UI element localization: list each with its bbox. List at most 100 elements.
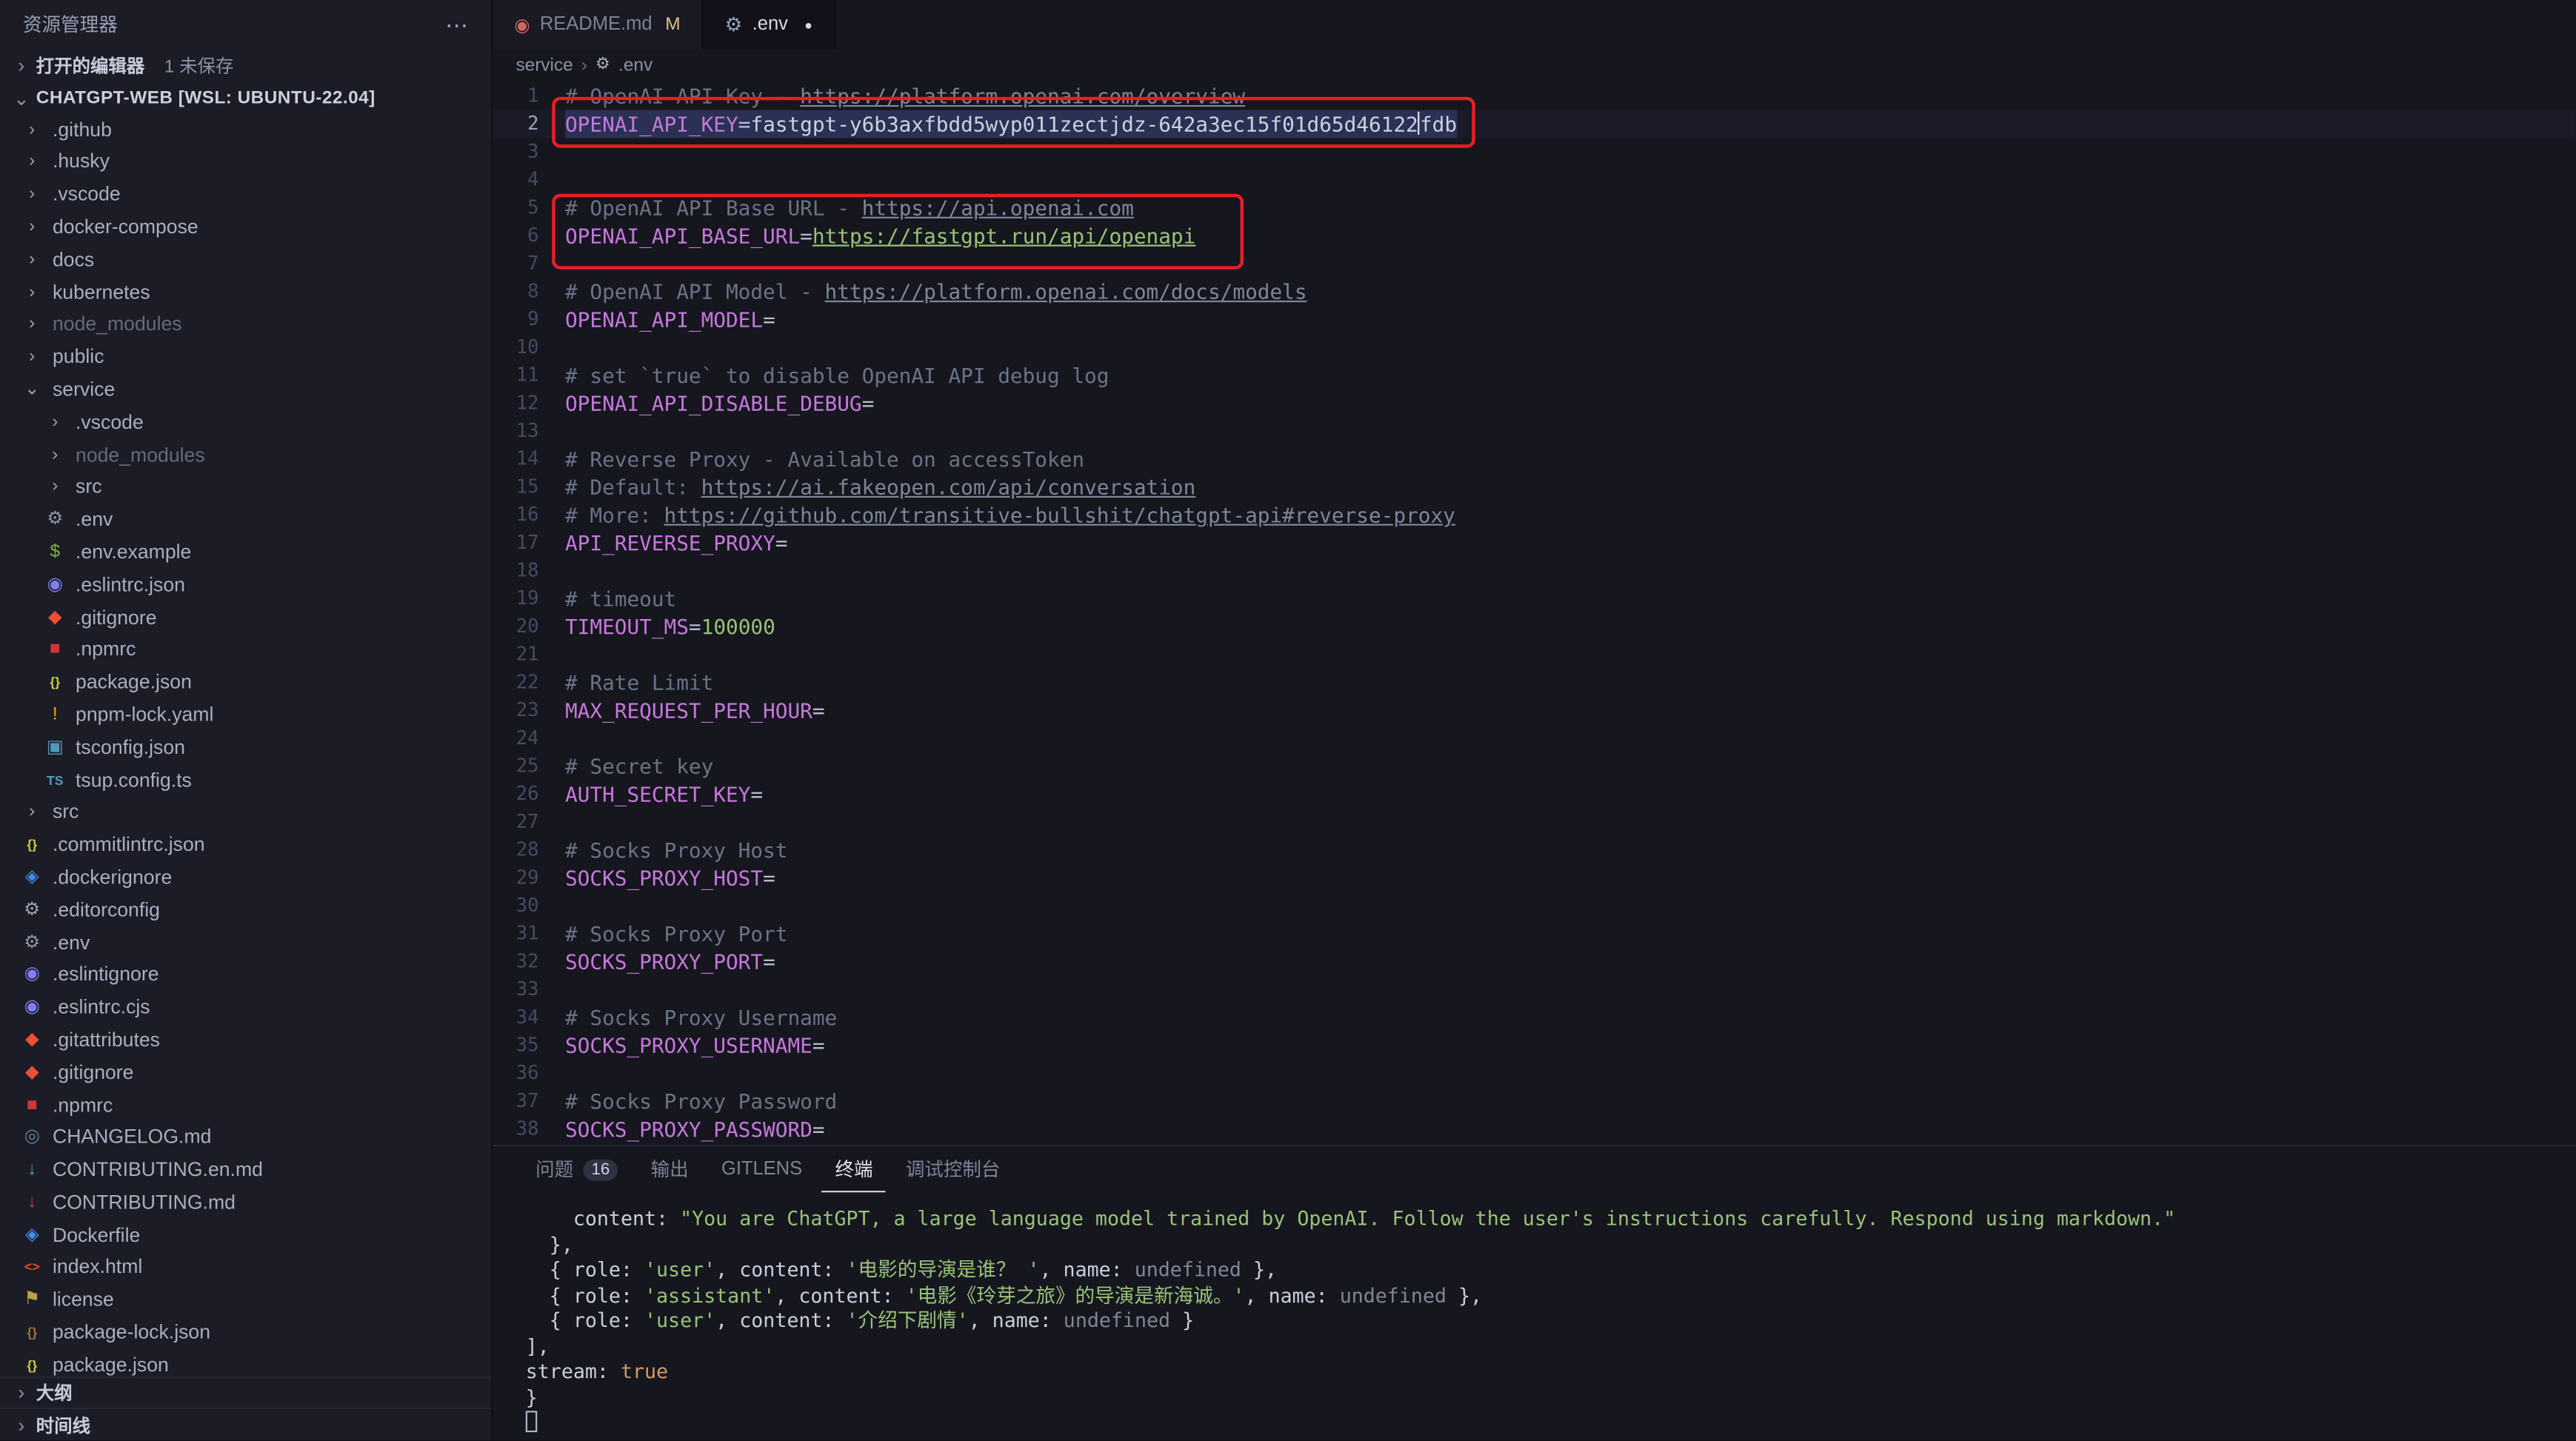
folder-item-.vscode[interactable]: ›.vscode <box>0 407 491 440</box>
code-editor[interactable]: 1# OpenAI API Key - https://platform.ope… <box>493 81 2575 1145</box>
breadcrumb: service › ⚙ .env <box>493 50 2575 81</box>
code-line-6[interactable]: 6OPENAI_API_BASE_URL=https://fastgpt.run… <box>493 221 2575 250</box>
folder-item-node_modules[interactable]: ›node_modules <box>0 439 491 472</box>
folder-item-kubernetes[interactable]: ›kubernetes <box>0 277 491 310</box>
code-line-3[interactable]: 3 <box>493 138 2575 166</box>
code-line-text: TIMEOUT_MS=100000 <box>565 612 775 641</box>
file-item-.gitattributes[interactable]: ◆.gitattributes <box>0 1025 491 1057</box>
panel-tab-gitlens[interactable]: GITLENS <box>708 1146 815 1192</box>
file-item-CONTRIBUTING.en.md[interactable]: ↓CONTRIBUTING.en.md <box>0 1154 491 1187</box>
open-editors-section[interactable]: › 打开的编辑器 1 未保存 <box>0 50 491 82</box>
file-item-.npmrc[interactable]: ■.npmrc <box>0 1090 491 1123</box>
code-line-18[interactable]: 18 <box>493 557 2575 585</box>
code-line-33[interactable]: 33 <box>493 975 2575 1003</box>
file-item-.env[interactable]: ⚙.env <box>0 927 491 960</box>
code-line-17[interactable]: 17API_REVERSE_PROXY= <box>493 529 2575 557</box>
eslint-icon: ◉ <box>20 960 44 992</box>
file-item-package-lock.json[interactable]: {}package-lock.json <box>0 1317 491 1350</box>
code-line-32[interactable]: 32SOCKS_PROXY_PORT= <box>493 948 2575 976</box>
file-item-.eslintrc.cjs[interactable]: ◉.eslintrc.cjs <box>0 992 491 1025</box>
terminal-output[interactable]: content: "You are ChatGPT, a large langu… <box>493 1192 2575 1440</box>
code-line-text: # OpenAI API Key - https://platform.open… <box>565 82 1245 110</box>
folder-item-docker-compose[interactable]: ›docker-compose <box>0 212 491 244</box>
folder-item-.husky[interactable]: ›.husky <box>0 147 491 179</box>
tab-readme[interactable]: ◉ README.md M <box>493 0 703 50</box>
folder-item-src[interactable]: ›src <box>0 797 491 829</box>
file-item-index.html[interactable]: <>index.html <box>0 1252 491 1285</box>
terminal-token-plain: }, <box>526 1233 573 1256</box>
folder-item-service[interactable]: ⌄service <box>0 375 491 407</box>
folder-item-.github[interactable]: ›.github <box>0 114 491 147</box>
code-line-21[interactable]: 21 <box>493 641 2575 669</box>
folder-item-node_modules[interactable]: ›node_modules <box>0 310 491 342</box>
code-line-30[interactable]: 30 <box>493 892 2575 920</box>
panel-tab-problems[interactable]: 问题 16 <box>522 1146 631 1192</box>
code-line-29[interactable]: 29SOCKS_PROXY_HOST= <box>493 864 2575 892</box>
code-line-2[interactable]: 2OPENAI_API_KEY=fastgpt-y6b3axfbdd5wyp01… <box>493 110 2575 138</box>
folder-item-docs[interactable]: ›docs <box>0 244 491 277</box>
json-lock-icon: {} <box>20 1317 44 1350</box>
ellipsis-icon[interactable]: ⋯ <box>445 10 468 39</box>
code-line-text: SOCKS_PROXY_HOST= <box>565 864 775 892</box>
code-line-34[interactable]: 34# Socks Proxy Username <box>493 1003 2575 1032</box>
file-item-Dockerfile[interactable]: ◈Dockerfile <box>0 1220 491 1252</box>
code-line-24[interactable]: 24 <box>493 724 2575 752</box>
code-line-13[interactable]: 13 <box>493 417 2575 445</box>
code-line-7[interactable]: 7 <box>493 250 2575 278</box>
panel-tab-terminal[interactable]: 终端 <box>822 1146 887 1192</box>
code-line-22[interactable]: 22# Rate Limit <box>493 669 2575 697</box>
folder-item-src[interactable]: ›src <box>0 472 491 504</box>
workspace-root[interactable]: ⌄ CHATGPT-WEB [WSL: UBUNTU-22.04] <box>0 81 491 114</box>
code-line-19[interactable]: 19# timeout <box>493 585 2575 613</box>
code-line-37[interactable]: 37# Socks Proxy Password <box>493 1087 2575 1115</box>
panel-tab-debug-console[interactable]: 调试控制台 <box>892 1146 1013 1192</box>
code-line-4[interactable]: 4 <box>493 166 2575 194</box>
code-line-28[interactable]: 28# Socks Proxy Host <box>493 836 2575 864</box>
code-line-20[interactable]: 20TIMEOUT_MS=100000 <box>493 612 2575 641</box>
file-item-.npmrc[interactable]: ■.npmrc <box>0 635 491 667</box>
file-item-tsup.config.ts[interactable]: TStsup.config.ts <box>0 765 491 798</box>
file-item-.eslintrc.json[interactable]: ◉.eslintrc.json <box>0 569 491 602</box>
code-line-11[interactable]: 11# set `true` to disable OpenAI API deb… <box>493 361 2575 389</box>
code-line-31[interactable]: 31# Socks Proxy Port <box>493 920 2575 948</box>
code-line-27[interactable]: 27 <box>493 808 2575 836</box>
file-item-tsconfig.json[interactable]: ▣tsconfig.json <box>0 732 491 765</box>
file-item-.commitlintrc.json[interactable]: {}.commitlintrc.json <box>0 829 491 862</box>
code-line-26[interactable]: 26AUTH_SECRET_KEY= <box>493 780 2575 809</box>
code-line-5[interactable]: 5# OpenAI API Base URL - https://api.ope… <box>493 194 2575 222</box>
code-line-14[interactable]: 14# Reverse Proxy - Available on accessT… <box>493 445 2575 473</box>
code-line-38[interactable]: 38SOCKS_PROXY_PASSWORD= <box>493 1115 2575 1143</box>
code-line-10[interactable]: 10 <box>493 333 2575 361</box>
code-line-1[interactable]: 1# OpenAI API Key - https://platform.ope… <box>493 82 2575 110</box>
breadcrumb-env[interactable]: .env <box>618 55 653 75</box>
panel-tab-output[interactable]: 输出 <box>638 1146 702 1192</box>
code-line-9[interactable]: 9OPENAI_API_MODEL= <box>493 306 2575 334</box>
file-item-pnpm-lock.yaml[interactable]: !pnpm-lock.yaml <box>0 700 491 732</box>
file-item-package.json[interactable]: {}package.json <box>0 667 491 700</box>
timeline-section[interactable]: › 时间线 <box>0 1408 491 1440</box>
file-item-.env[interactable]: ⚙.env <box>0 504 491 537</box>
code-line-15[interactable]: 15# Default: https://ai.fakeopen.com/api… <box>493 473 2575 501</box>
code-line-8[interactable]: 8# OpenAI API Model - https://platform.o… <box>493 278 2575 306</box>
file-item-.eslintignore[interactable]: ◉.eslintignore <box>0 960 491 992</box>
code-line-12[interactable]: 12OPENAI_API_DISABLE_DEBUG= <box>493 389 2575 418</box>
folder-item-.vscode[interactable]: ›.vscode <box>0 179 491 212</box>
code-line-25[interactable]: 25# Secret key <box>493 752 2575 780</box>
outline-section[interactable]: › 大纲 <box>0 1376 491 1408</box>
code-line-36[interactable]: 36 <box>493 1060 2575 1088</box>
file-item-CONTRIBUTING.md[interactable]: ↓CONTRIBUTING.md <box>0 1187 491 1220</box>
folder-item-public[interactable]: ›public <box>0 342 491 375</box>
tab-env[interactable]: ⚙ .env ● <box>704 0 835 50</box>
file-item-.editorconfig[interactable]: ⚙.editorconfig <box>0 895 491 927</box>
code-line-35[interactable]: 35SOCKS_PROXY_USERNAME= <box>493 1032 2575 1060</box>
file-item-.env.example[interactable]: $.env.example <box>0 537 491 569</box>
file-item-CHANGELOG.md[interactable]: ◎CHANGELOG.md <box>0 1123 491 1155</box>
unsaved-dot-icon: ● <box>804 17 812 32</box>
code-line-16[interactable]: 16# More: https://github.com/transitive-… <box>493 501 2575 529</box>
code-line-23[interactable]: 23MAX_REQUEST_PER_HOUR= <box>493 696 2575 724</box>
file-item-license[interactable]: ⚑license <box>0 1285 491 1317</box>
file-item-.dockerignore[interactable]: ◈.dockerignore <box>0 862 491 895</box>
breadcrumb-service[interactable]: service <box>515 55 573 75</box>
file-item-.gitignore[interactable]: ◆.gitignore <box>0 602 491 635</box>
file-item-.gitignore[interactable]: ◆.gitignore <box>0 1057 491 1090</box>
